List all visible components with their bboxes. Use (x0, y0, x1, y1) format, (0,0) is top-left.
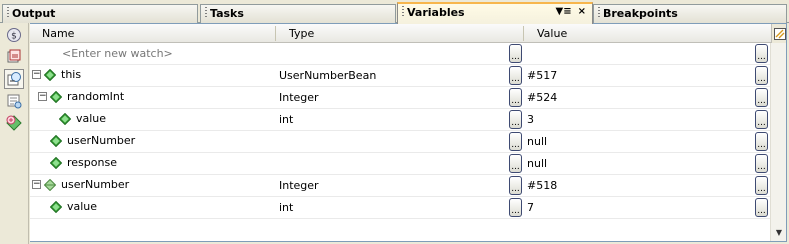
column-chooser-icon (773, 27, 786, 40)
column-header-type[interactable]: Type (289, 27, 314, 40)
variable-name: value (76, 112, 107, 125)
tab-tasks[interactable]: Tasks (200, 4, 396, 23)
vertical-scrollbar[interactable]: ▼ (770, 43, 786, 241)
value-ellipsis-button[interactable]: ... (755, 176, 768, 195)
new-watch-button[interactable] (4, 113, 24, 133)
grip-icon (205, 7, 207, 18)
tab-label: Breakpoints (603, 7, 678, 20)
variable-value[interactable]: #517 (527, 69, 557, 82)
type-ellipsis-button[interactable]: ... (509, 44, 522, 63)
value-ellipsis-button[interactable]: ... (755, 88, 768, 107)
column-divider[interactable] (275, 26, 276, 41)
tree-node: − randomInt (38, 90, 124, 103)
variable-type: int (279, 201, 294, 214)
variable-value[interactable]: #524 (527, 91, 557, 104)
collapse-icon[interactable]: − (32, 180, 41, 189)
variable-value[interactable]: 3 (527, 113, 534, 126)
watch-diamond-icon (44, 178, 56, 191)
green-diamond-icon (44, 68, 56, 81)
svg-text:$: $ (11, 32, 17, 42)
grip-icon (598, 7, 600, 18)
grip-icon (402, 6, 404, 17)
debugger-toolbar: $ (0, 23, 29, 244)
new-watch-icon (6, 115, 22, 131)
table-row[interactable]: value int ... 7 ... (30, 197, 771, 219)
filter-button[interactable] (4, 91, 24, 111)
local-variables-button[interactable] (4, 47, 24, 67)
tree-node: value (50, 200, 97, 213)
variable-name: value (67, 200, 98, 213)
watch-icon: $ (7, 28, 21, 42)
close-icon[interactable]: × (578, 6, 586, 17)
tab-output[interactable]: Output (2, 4, 198, 23)
tree-node: response (50, 156, 117, 169)
column-chooser-button[interactable] (771, 24, 786, 43)
variable-name: randomInt (67, 90, 125, 103)
value-ellipsis-button[interactable]: ... (755, 66, 768, 85)
tree-node: − userNumber (32, 178, 129, 191)
table-row[interactable]: response ... null ... (30, 153, 771, 175)
variable-name: this (61, 68, 82, 81)
variable-name: userNumber (61, 178, 130, 191)
variable-name: response (67, 156, 117, 169)
local-variables-icon (7, 49, 21, 63)
table-row[interactable]: value int ... 3 ... (30, 109, 771, 131)
type-ellipsis-button[interactable]: ... (509, 88, 522, 107)
scroll-down-icon[interactable]: ▼ (772, 226, 786, 240)
value-ellipsis-button[interactable]: ... (755, 44, 768, 63)
value-ellipsis-button[interactable]: ... (755, 132, 768, 151)
variables-view-button[interactable] (4, 69, 24, 89)
tree-node: − this (32, 68, 81, 81)
tab-variables[interactable]: Variables ▼≡ × (397, 2, 593, 24)
table-row[interactable]: userNumber ... null ... (30, 131, 771, 153)
table-row-new-watch[interactable]: <Enter new watch> ... ... (30, 43, 771, 65)
tab-breakpoints[interactable]: Breakpoints (593, 4, 787, 23)
green-diamond-icon (50, 134, 62, 147)
type-ellipsis-button[interactable]: ... (509, 132, 522, 151)
variable-value[interactable]: null (527, 135, 547, 148)
grip-icon (7, 7, 9, 18)
table-row[interactable]: − this UserNumberBean ... #517 ... (30, 65, 771, 87)
filter-icon (7, 94, 22, 109)
variable-type: Integer (279, 91, 319, 104)
tab-menu-icon[interactable]: ▼≡ (556, 6, 572, 17)
variable-value[interactable]: null (527, 157, 547, 170)
variables-view-icon (7, 72, 21, 86)
watch-button[interactable]: $ (4, 25, 24, 45)
green-diamond-icon (50, 200, 62, 213)
tab-label: Tasks (210, 7, 244, 20)
variable-type: Integer (279, 179, 319, 192)
type-ellipsis-button[interactable]: ... (509, 154, 522, 173)
value-ellipsis-button[interactable]: ... (755, 154, 768, 173)
variable-name: userNumber (67, 134, 136, 147)
column-header-value[interactable]: Value (537, 27, 567, 40)
value-ellipsis-button[interactable]: ... (755, 110, 768, 129)
table-header: Name Type Value (30, 24, 786, 43)
variable-value[interactable]: 7 (527, 201, 534, 214)
tab-label: Output (12, 7, 56, 20)
tree-node: userNumber (50, 134, 135, 147)
tree-node: value (59, 112, 106, 125)
type-ellipsis-button[interactable]: ... (509, 66, 522, 85)
column-header-name[interactable]: Name (42, 27, 74, 40)
green-diamond-icon (50, 90, 62, 103)
table-row[interactable]: − userNumber Integer ... #518 ... (30, 175, 771, 197)
variable-type: int (279, 113, 294, 126)
type-ellipsis-button[interactable]: ... (509, 176, 522, 195)
type-ellipsis-button[interactable]: ... (509, 198, 522, 217)
table-row[interactable]: − randomInt Integer ... #524 ... (30, 87, 771, 109)
variable-value[interactable]: #518 (527, 179, 557, 192)
collapse-icon[interactable]: − (32, 70, 41, 79)
column-divider[interactable] (523, 26, 524, 41)
variables-table: Name Type Value <Enter new watch> ... ..… (30, 23, 787, 242)
green-diamond-icon (59, 112, 71, 125)
new-watch-placeholder[interactable]: <Enter new watch> (62, 47, 173, 60)
green-diamond-icon (50, 156, 62, 169)
variable-type: UserNumberBean (279, 69, 377, 82)
value-ellipsis-button[interactable]: ... (755, 198, 768, 217)
type-ellipsis-button[interactable]: ... (509, 110, 522, 129)
tab-strip: Output Tasks Variables ▼≡ × Breakpoints (0, 0, 789, 24)
tab-label: Variables (407, 6, 465, 19)
collapse-icon[interactable]: − (38, 92, 47, 101)
